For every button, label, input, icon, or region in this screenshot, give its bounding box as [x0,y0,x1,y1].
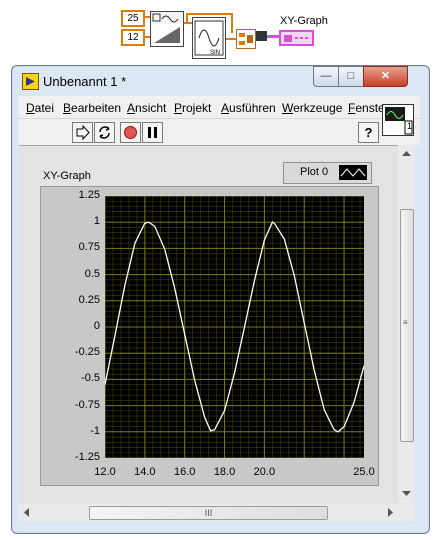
sine-wave-icon: SIN [194,20,224,56]
help-icon: ? [364,125,373,140]
abort-button[interactable] [120,122,141,143]
y-tick-label: -1 [90,424,100,437]
minimize-button[interactable]: — [313,66,339,87]
sine-vi[interactable]: SIN [192,17,226,59]
abort-icon [124,126,137,139]
numeric-constant-25[interactable]: 25 [121,10,145,27]
size-grip[interactable] [398,504,415,521]
y-tick-label: 1.25 [78,189,100,201]
scroll-left-arrow-icon [24,508,29,517]
y-tick-label: -0.5 [81,372,100,385]
x-tick-label: 12.0 [94,466,116,478]
x-tick-label: 25.0 [353,466,375,478]
x-tick-label: 18.0 [213,466,236,478]
close-icon: ✕ [380,70,391,82]
bundle-icon [239,33,253,45]
xy-graph-terminal[interactable] [279,30,314,46]
x-tick-label: 14.0 [134,466,156,478]
menu-werkzeuge[interactable]: Werkzeuge [282,101,342,115]
maximize-button[interactable]: □ [338,66,364,87]
menu-ansicht[interactable]: Ansicht [127,101,166,115]
help-button[interactable]: ? [358,122,379,143]
scroll-grip-icon: III [204,508,213,518]
xy-graph-terminal-label: XY-Graph [280,15,328,27]
close-button[interactable]: ✕ [363,66,408,87]
y-tick-label: -1.25 [74,451,100,463]
restore-icon: □ [347,70,355,82]
run-continuously-icon [99,126,110,139]
plot-legend[interactable]: Plot 0 [283,162,372,184]
wire-ramp-to-build-h [186,13,232,15]
bundle-node[interactable] [236,29,256,49]
menu-datei[interactable]: Datei [26,101,54,115]
scroll-down-arrow-icon [402,491,411,496]
y-tick-label: 0.5 [84,267,100,280]
y-tick-label: -0.25 [74,346,100,359]
graph-terminal-icon [284,35,309,42]
window-title: Unbenannt 1 * [43,74,127,89]
pause-icon [148,127,157,138]
menu-ausfuehren[interactable]: Ausführen [221,101,276,115]
run-button[interactable] [72,122,93,143]
ramp-pattern-icon [151,12,183,43]
plot-area[interactable] [105,196,364,458]
scroll-right-arrow-icon [388,508,393,517]
x-tick-label: 20.0 [253,466,276,478]
y-tick-label: 0 [93,320,100,332]
scroll-up-arrow-icon [402,151,411,156]
run-continuously-button[interactable] [94,122,115,143]
legend-line-swatch [339,165,367,180]
ramp-pattern-vi[interactable] [150,11,184,47]
y-tick-label: 0.25 [78,293,100,306]
horizontal-scroll-thumb[interactable]: III [89,506,328,520]
pause-button[interactable] [142,122,163,143]
vi-icon-number: 1 [407,121,413,131]
menu-projekt[interactable]: Projekt [174,101,211,115]
y-tick-label: 1 [93,215,100,228]
vertical-scroll-thumb[interactable]: ≡ [400,209,414,442]
labview-app-icon [22,73,39,90]
minimize-icon: — [320,70,332,82]
build-xy-node[interactable] [256,31,267,41]
x-tick-label: 16.0 [173,466,196,478]
graph-label: XY-Graph [43,170,91,182]
wire-ramp-to-build-v [231,13,233,33]
vi-icon[interactable]: 1 [382,104,414,136]
wire-to-graph [267,35,279,38]
y-tick-label: -0.75 [74,398,100,411]
legend-plot-name: Plot 0 [300,166,329,178]
numeric-constant-12[interactable]: 12 [121,29,145,46]
menu-fenster[interactable]: Fenste [348,101,385,115]
menu-bearbeiten[interactable]: Bearbeiten [63,101,121,115]
run-arrow-icon [76,124,90,141]
y-tick-label: 0.75 [78,241,100,254]
sine-vi-label: SIN [210,50,220,56]
